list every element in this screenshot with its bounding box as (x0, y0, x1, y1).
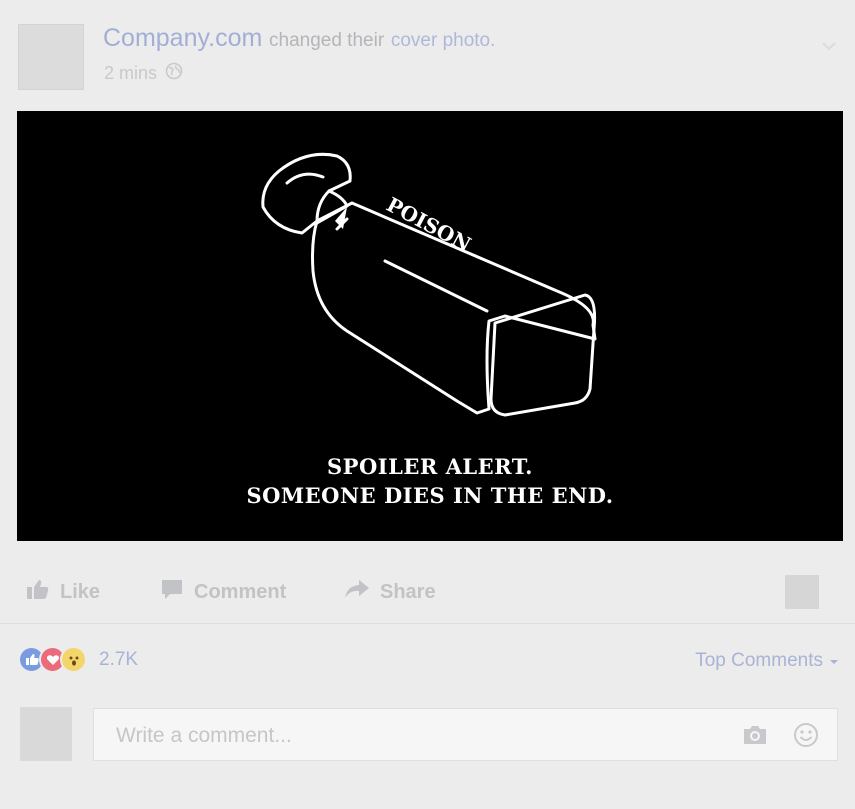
share-icon (344, 578, 370, 606)
reactions-summary[interactable]: 2.7K (18, 646, 138, 673)
comment-sort-dropdown[interactable]: Top Comments (695, 650, 839, 672)
share-button[interactable]: Share (344, 578, 436, 606)
reaction-count[interactable]: 2.7K (99, 649, 138, 671)
comment-label: Comment (194, 580, 287, 603)
feed-post: Company.com changed their cover photo. 2… (0, 0, 855, 809)
like-label: Like (60, 580, 101, 603)
caret-down-icon (829, 650, 839, 672)
thumbs-up-icon (26, 578, 50, 606)
comment-input[interactable] (94, 709, 738, 762)
action-bar: Like Comment Share (0, 562, 855, 622)
chevron-down-icon[interactable] (819, 36, 839, 56)
caption-line-1: SPOILER ALERT. (327, 454, 533, 479)
comment-sort-label: Top Comments (695, 650, 823, 671)
camera-icon[interactable] (741, 723, 769, 752)
post-meta: 2 mins (104, 62, 183, 85)
user-avatar[interactable] (20, 707, 72, 761)
like-button[interactable]: Like (26, 578, 100, 606)
divider (0, 623, 855, 624)
viewer-avatar-selector[interactable] (785, 575, 819, 609)
comment-icon (160, 578, 184, 606)
cover-photo-link[interactable]: cover photo. (391, 30, 496, 51)
globe-icon (165, 62, 183, 85)
comment-composer (93, 708, 838, 762)
post-header: Company.com changed their cover photo. (103, 24, 495, 53)
caption-line-2: SOMEONE DIES IN THE END. (246, 483, 614, 508)
action-text: changed their (269, 30, 385, 51)
bottle-label: POISON (383, 192, 475, 256)
comment-button[interactable]: Comment (160, 578, 286, 606)
smiley-icon[interactable] (793, 722, 819, 753)
page-avatar[interactable] (18, 24, 84, 90)
author-link[interactable]: Company.com (103, 24, 262, 52)
wow-reaction-icon (60, 646, 87, 673)
cover-photo-image[interactable]: POISON SPOILER ALERT. SOMEONE DIES IN TH… (17, 111, 843, 541)
share-label: Share (380, 580, 436, 603)
timestamp[interactable]: 2 mins (104, 63, 157, 84)
